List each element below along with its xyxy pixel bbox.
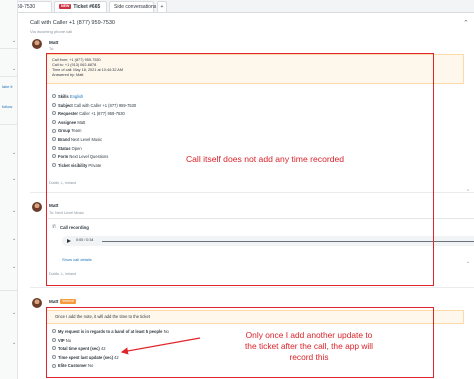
annotation-arrow [120, 337, 201, 355]
